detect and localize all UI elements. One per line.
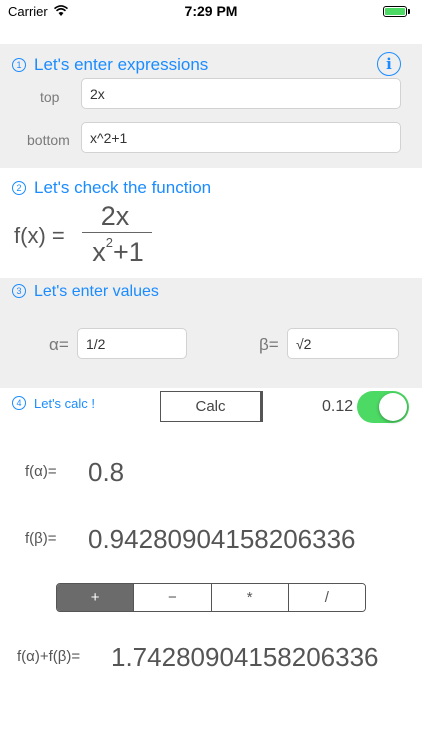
top-expression-input[interactable]: 2x	[81, 78, 401, 109]
info-icon[interactable]: i	[377, 52, 401, 76]
bottom-expression-input[interactable]: x^2+1	[81, 122, 401, 153]
battery-icon	[383, 6, 407, 17]
beta-input[interactable]: √2	[287, 328, 399, 359]
section3-heading: 3 Let's enter values	[12, 283, 159, 301]
f-alpha-value: 0.8	[88, 457, 125, 487]
f-alpha-label: f(α)=	[25, 463, 57, 480]
f-beta-label: f(β)=	[25, 530, 57, 547]
section1-heading: 1 Let's enter expressions	[12, 55, 208, 75]
fx-label: f(x) =	[14, 223, 65, 248]
calc-button[interactable]: Calc	[160, 391, 263, 422]
fraction-denominator: x2+1	[80, 235, 156, 268]
beta-label: β=	[259, 335, 279, 354]
operator-segmented-control: + − * /	[56, 583, 366, 612]
section4-title: Let's calc !	[34, 396, 96, 411]
alpha-input[interactable]: 1/2	[77, 328, 187, 359]
denominator-exponent: 2	[105, 235, 113, 250]
step-number-icon: 2	[12, 181, 26, 195]
battery-tip	[408, 9, 410, 14]
toggle-value-label: 0.12	[322, 398, 354, 415]
section4-heading: 4 Let's calc !	[12, 396, 95, 411]
denominator-base: x	[92, 237, 106, 267]
operator-divide-segment[interactable]: /	[288, 584, 365, 611]
combined-label: f(α)+f(β)=	[17, 648, 81, 665]
precision-toggle[interactable]	[357, 391, 409, 423]
section1-title: Let's enter expressions	[34, 55, 209, 74]
denominator-rest: +1	[112, 237, 144, 267]
step-number-icon: 4	[12, 396, 26, 410]
top-label: top	[40, 89, 60, 105]
step-number-icon: 1	[12, 58, 26, 72]
f-beta-value: 0.94280904158206336	[88, 524, 356, 554]
fraction-numerator: 2x	[100, 201, 130, 231]
alpha-label: α=	[49, 335, 69, 354]
section2-title: Let's check the function	[34, 178, 212, 197]
toggle-knob	[379, 393, 407, 421]
section2-heading: 2 Let's check the function	[12, 178, 211, 198]
operator-multiply-segment[interactable]: *	[211, 584, 289, 611]
bottom-label: bottom	[27, 132, 70, 148]
fraction-bar	[82, 232, 152, 233]
operator-minus-segment[interactable]: −	[134, 584, 212, 611]
operator-plus-segment[interactable]: +	[57, 584, 135, 611]
clock: 7:29 PM	[184, 3, 238, 19]
step-number-icon: 3	[12, 284, 26, 298]
combined-value: 1.74280904158206336	[111, 642, 379, 672]
section3-title: Let's enter values	[34, 283, 159, 300]
status-bar: Carrier 7:29 PM	[0, 0, 422, 24]
